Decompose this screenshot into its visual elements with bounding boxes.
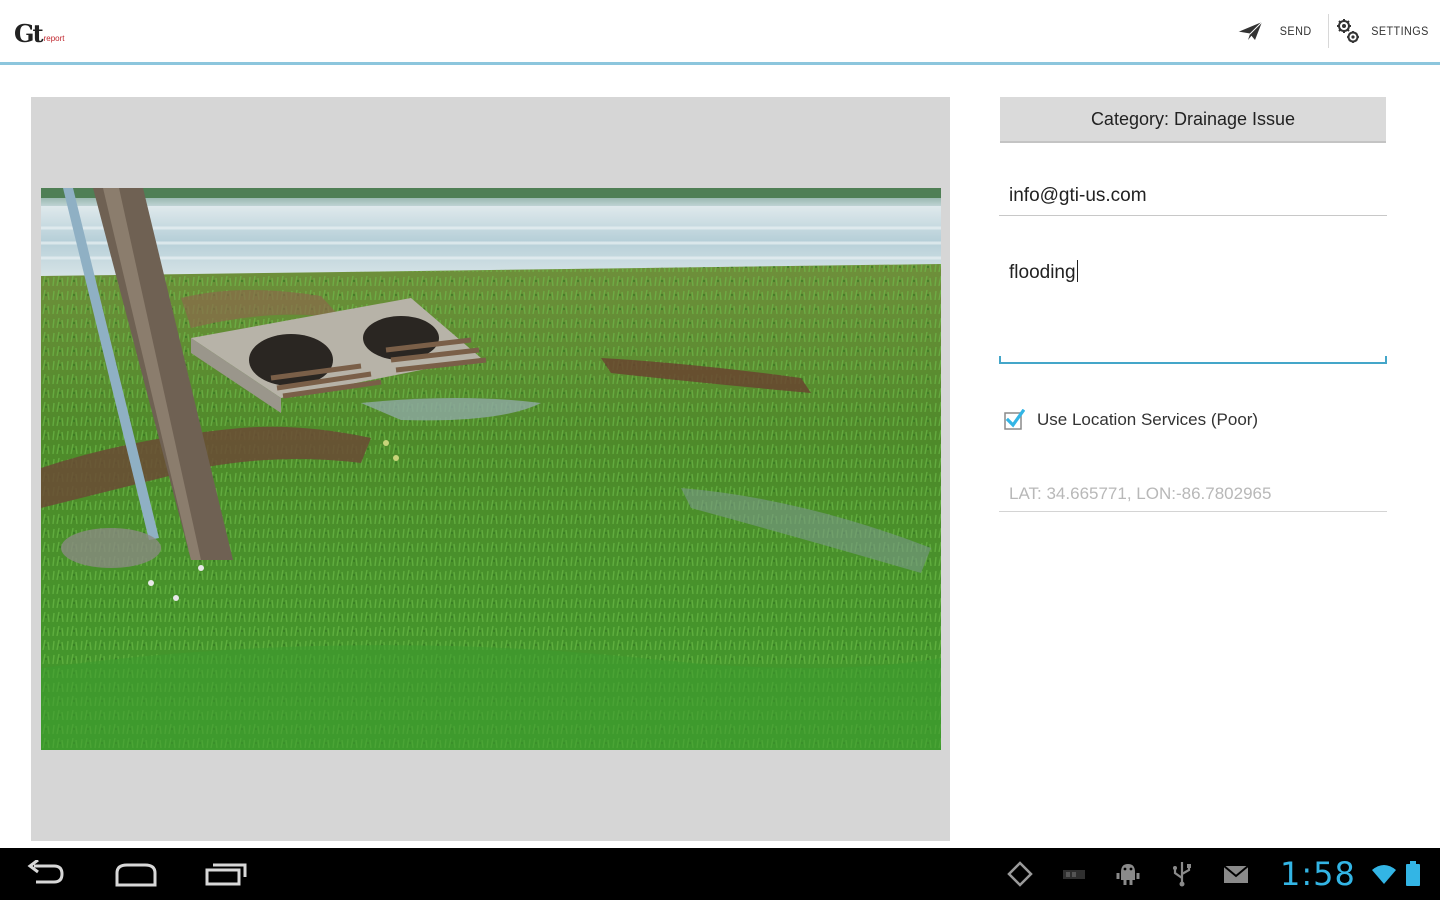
recent-apps-button[interactable] (194, 848, 258, 900)
gear-icon (1337, 19, 1359, 43)
usb-icon (1173, 862, 1191, 887)
description-text: flooding (1009, 262, 1076, 283)
logo-main-text: Gt (14, 19, 44, 48)
location-icon (1007, 861, 1033, 887)
battery-icon (1406, 861, 1420, 886)
location-checkbox[interactable] (1003, 409, 1025, 431)
culvert-photo (41, 188, 941, 750)
send-button[interactable]: SEND (1236, 0, 1320, 62)
screenshot-icon (1063, 870, 1085, 879)
settings-button[interactable]: SETTINGS (1334, 0, 1438, 62)
email-input[interactable] (999, 178, 1387, 214)
text-cursor (1076, 260, 1078, 282)
action-bar: Gt report SEND SETTINGS (0, 0, 1440, 62)
description-text-wrapper: flooding (1009, 260, 1078, 284)
coordinates-text: LAT: 34.665771, LON:-86.7802965 (1009, 484, 1272, 503)
back-button[interactable] (14, 848, 78, 900)
photo-panel[interactable] (31, 97, 950, 841)
field-corner-left (999, 356, 1001, 364)
category-button[interactable]: Category: Drainage Issue (1000, 97, 1386, 143)
photo-illustration (41, 188, 941, 750)
action-bar-underline (0, 62, 1440, 65)
back-icon (27, 860, 64, 884)
action-bar-divider (1328, 14, 1329, 48)
system-nav-bar: 1:58 (0, 848, 1440, 900)
description-field[interactable]: flooding (999, 248, 1387, 364)
recent-apps-icon (205, 863, 247, 886)
email-field[interactable] (999, 178, 1387, 216)
logo-sub-text: report (43, 34, 65, 43)
settings-label: SETTINGS (1371, 24, 1429, 38)
send-label: SEND (1279, 24, 1312, 38)
app-logo[interactable]: Gt report (14, 16, 65, 46)
wifi-icon (1372, 865, 1396, 884)
coordinates-field: LAT: 34.665771, LON:-86.7802965 (999, 476, 1387, 512)
location-checkbox-label: Use Location Services (Poor) (1037, 410, 1259, 429)
home-icon (115, 863, 157, 887)
mail-icon (1223, 865, 1249, 883)
field-corner-right (1385, 356, 1387, 364)
status-clock: 1:58 (1280, 855, 1356, 893)
android-debug-icon (1116, 864, 1140, 885)
location-services-row[interactable]: Use Location Services (Poor) (1003, 406, 1258, 434)
home-button[interactable] (104, 848, 168, 900)
send-icon (1237, 21, 1263, 40)
